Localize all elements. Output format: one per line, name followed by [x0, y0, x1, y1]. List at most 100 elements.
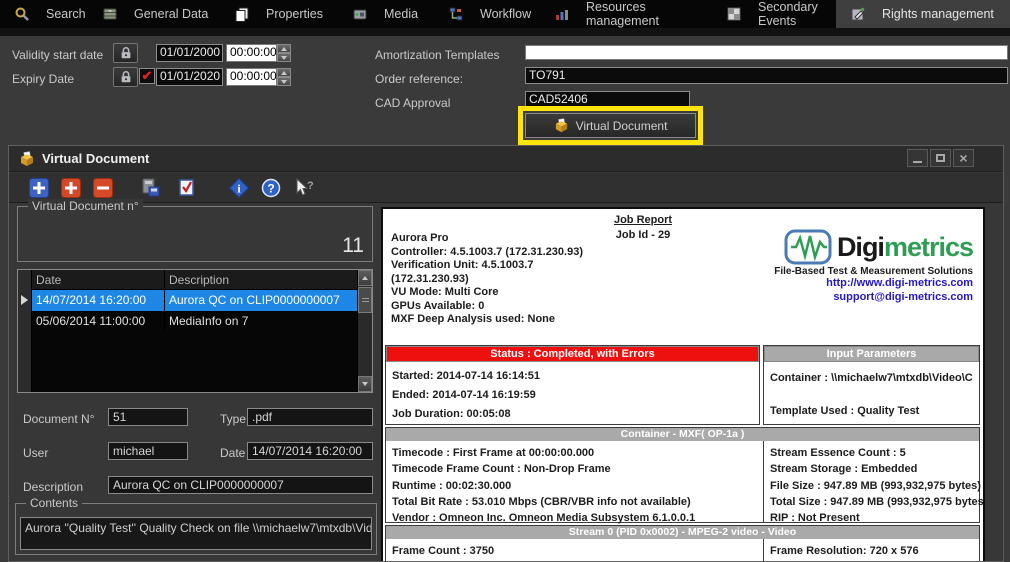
group-label: Virtual Document n°	[28, 199, 143, 213]
help-button[interactable]: ?	[261, 178, 281, 198]
expiry-lock-button[interactable]	[113, 67, 138, 87]
input-parameters-box: Input Parameters Container : \\michaelw7…	[763, 345, 980, 425]
validity-lock-button[interactable]	[113, 43, 138, 63]
close-button[interactable]: ×	[953, 149, 974, 167]
window-controls: ×	[907, 149, 974, 167]
current-row-marker-icon	[21, 295, 28, 305]
contents-group: Contents Aurora ''Quality Test'' Quality…	[15, 503, 377, 555]
validity-time-stepper	[277, 44, 291, 62]
tab-properties[interactable]: Properties	[220, 0, 338, 28]
table-row[interactable]: 05/06/2014 11:00:00 MediaInfo on 7	[32, 311, 357, 332]
tab-rights-management[interactable]: Rights management	[836, 0, 1010, 28]
dialog-titlebar[interactable]: Virtual Document ×	[9, 146, 1003, 172]
user-field[interactable]: michael	[108, 442, 188, 460]
report-job-id: Job Id - 29	[563, 229, 723, 241]
validity-date-field[interactable]: 01/01/2000	[156, 44, 223, 62]
date-label: Date	[220, 446, 245, 460]
maximize-button[interactable]	[930, 149, 951, 167]
report-line: Frame Resolution: 720 x 576	[770, 543, 979, 559]
tab-media[interactable]: Media	[338, 0, 434, 28]
type-label: Type	[220, 412, 246, 426]
validity-time-field[interactable]: 00:00:00	[226, 44, 277, 62]
report-line: (172.31.230.93)	[391, 273, 583, 287]
report-line: Total Bit Rate : 53.010 Mbps (CBR/VBR in…	[392, 494, 763, 510]
expiry-time-field[interactable]: 00:00:00	[226, 68, 277, 86]
order-reference-field[interactable]: TO791	[525, 67, 1008, 84]
tab-label: General Data	[134, 7, 208, 21]
arrow-up-icon	[362, 276, 368, 280]
arrow-down-icon	[281, 80, 287, 84]
tabbar-divider	[0, 28, 1010, 36]
report-line: Job Duration: 00:05:08	[392, 408, 753, 420]
documents-table: Date Description 14/07/2014 16:20:00 Aur…	[17, 269, 373, 393]
container-right-column: Stream Essence Count : 5Stream Storage :…	[764, 441, 979, 526]
lock-icon	[119, 46, 133, 60]
report-line: Aurora Pro	[391, 232, 583, 246]
document-number-label: Document N°	[23, 412, 95, 426]
amortization-input[interactable]	[525, 45, 1008, 60]
insert-record-button[interactable]	[61, 178, 81, 198]
report-line: Container : \\michaelw7\mtxdb\Video\CLIP…	[770, 372, 973, 384]
column-header-description[interactable]: Description	[165, 270, 233, 289]
package-icon	[19, 151, 35, 167]
date-field[interactable]: 14/07/2014 16:20:00	[247, 442, 373, 460]
contents-field[interactable]: Aurora ''Quality Test'' Quality Check on…	[20, 517, 372, 550]
add-record-button[interactable]	[29, 178, 49, 198]
tab-resources-management[interactable]: Resources management	[540, 0, 712, 28]
column-header-date[interactable]: Date	[32, 270, 165, 289]
container-section: Container - MXF( OP-1a ) Timecode : Firs…	[385, 427, 980, 523]
scrollbar-thumb[interactable]	[358, 287, 372, 313]
save-button[interactable]	[141, 178, 161, 198]
tab-search[interactable]: Search	[0, 0, 88, 28]
report-line: MXF Deep Analysis used: None	[391, 313, 583, 327]
user-label: User	[23, 446, 48, 460]
info-button[interactable]: i	[229, 178, 249, 198]
cabinet-icon	[102, 6, 118, 22]
stream-section: Stream 0 (PID 0x0002) - MPEG-2 video - V…	[385, 525, 980, 562]
arrow-up-icon	[281, 71, 287, 75]
report-line: Stream Essence Count : 5	[770, 445, 979, 461]
minimize-button[interactable]	[907, 149, 928, 167]
container-section-header: Container - MXF( OP-1a )	[386, 428, 979, 441]
package-icon	[554, 118, 569, 133]
report-system-info: Aurora ProController: 4.5.1003.7 (172.31…	[391, 232, 583, 327]
tab-secondary-events[interactable]: Secondary Events	[712, 0, 836, 28]
expiry-checkbox[interactable]: ✔	[139, 68, 155, 84]
tab-label: Media	[384, 7, 418, 21]
report-line: GPUs Available: 0	[391, 300, 583, 314]
spin-up-button[interactable]	[277, 68, 291, 77]
tab-workflow[interactable]: Workflow	[434, 0, 540, 28]
cad-approval-label: CAD Approval	[375, 96, 450, 110]
report-line: Template Used : Quality Test	[770, 405, 973, 417]
spin-up-button[interactable]	[277, 44, 291, 53]
spin-down-button[interactable]	[277, 53, 291, 62]
description-label: Description	[23, 480, 83, 494]
document-number-field[interactable]: 51	[108, 408, 188, 426]
scroll-up-button[interactable]	[358, 270, 372, 286]
virtual-document-button[interactable]: Virtual Document	[525, 113, 696, 138]
table-scrollbar[interactable]	[357, 270, 372, 392]
description-field[interactable]: Aurora QC on CLIP0000000007	[108, 476, 373, 494]
delete-record-button[interactable]	[93, 178, 113, 198]
type-field[interactable]: .pdf	[247, 408, 373, 426]
media-device-icon	[352, 6, 368, 22]
cell-date: 14/07/2014 16:20:00	[32, 290, 165, 311]
tab-general-data[interactable]: General Data	[88, 0, 220, 28]
validate-document-button[interactable]	[177, 178, 197, 198]
amortization-label: Amortization Templates	[375, 48, 500, 62]
cell-date: 05/06/2014 11:00:00	[32, 311, 165, 332]
stream-left-column: Frame Count : 3750	[386, 539, 763, 559]
report-line: Runtime : 00:02:30.000	[392, 478, 763, 494]
minimize-icon	[913, 161, 922, 163]
spin-down-button[interactable]	[277, 77, 291, 86]
scroll-down-button[interactable]	[358, 376, 372, 392]
scrollbar-track[interactable]	[358, 313, 372, 376]
report-line: VU Mode: Multi Core	[391, 286, 583, 300]
order-reference-label: Order reference:	[375, 72, 463, 86]
lock-icon	[119, 70, 133, 84]
row-selector-gutter	[18, 270, 32, 392]
table-row[interactable]: 14/07/2014 16:20:00 Aurora QC on CLIP000…	[32, 290, 357, 311]
context-help-button[interactable]: ?	[293, 178, 313, 198]
tab-label: Workflow	[480, 7, 531, 21]
expiry-date-field[interactable]: 01/01/2020	[156, 68, 223, 86]
